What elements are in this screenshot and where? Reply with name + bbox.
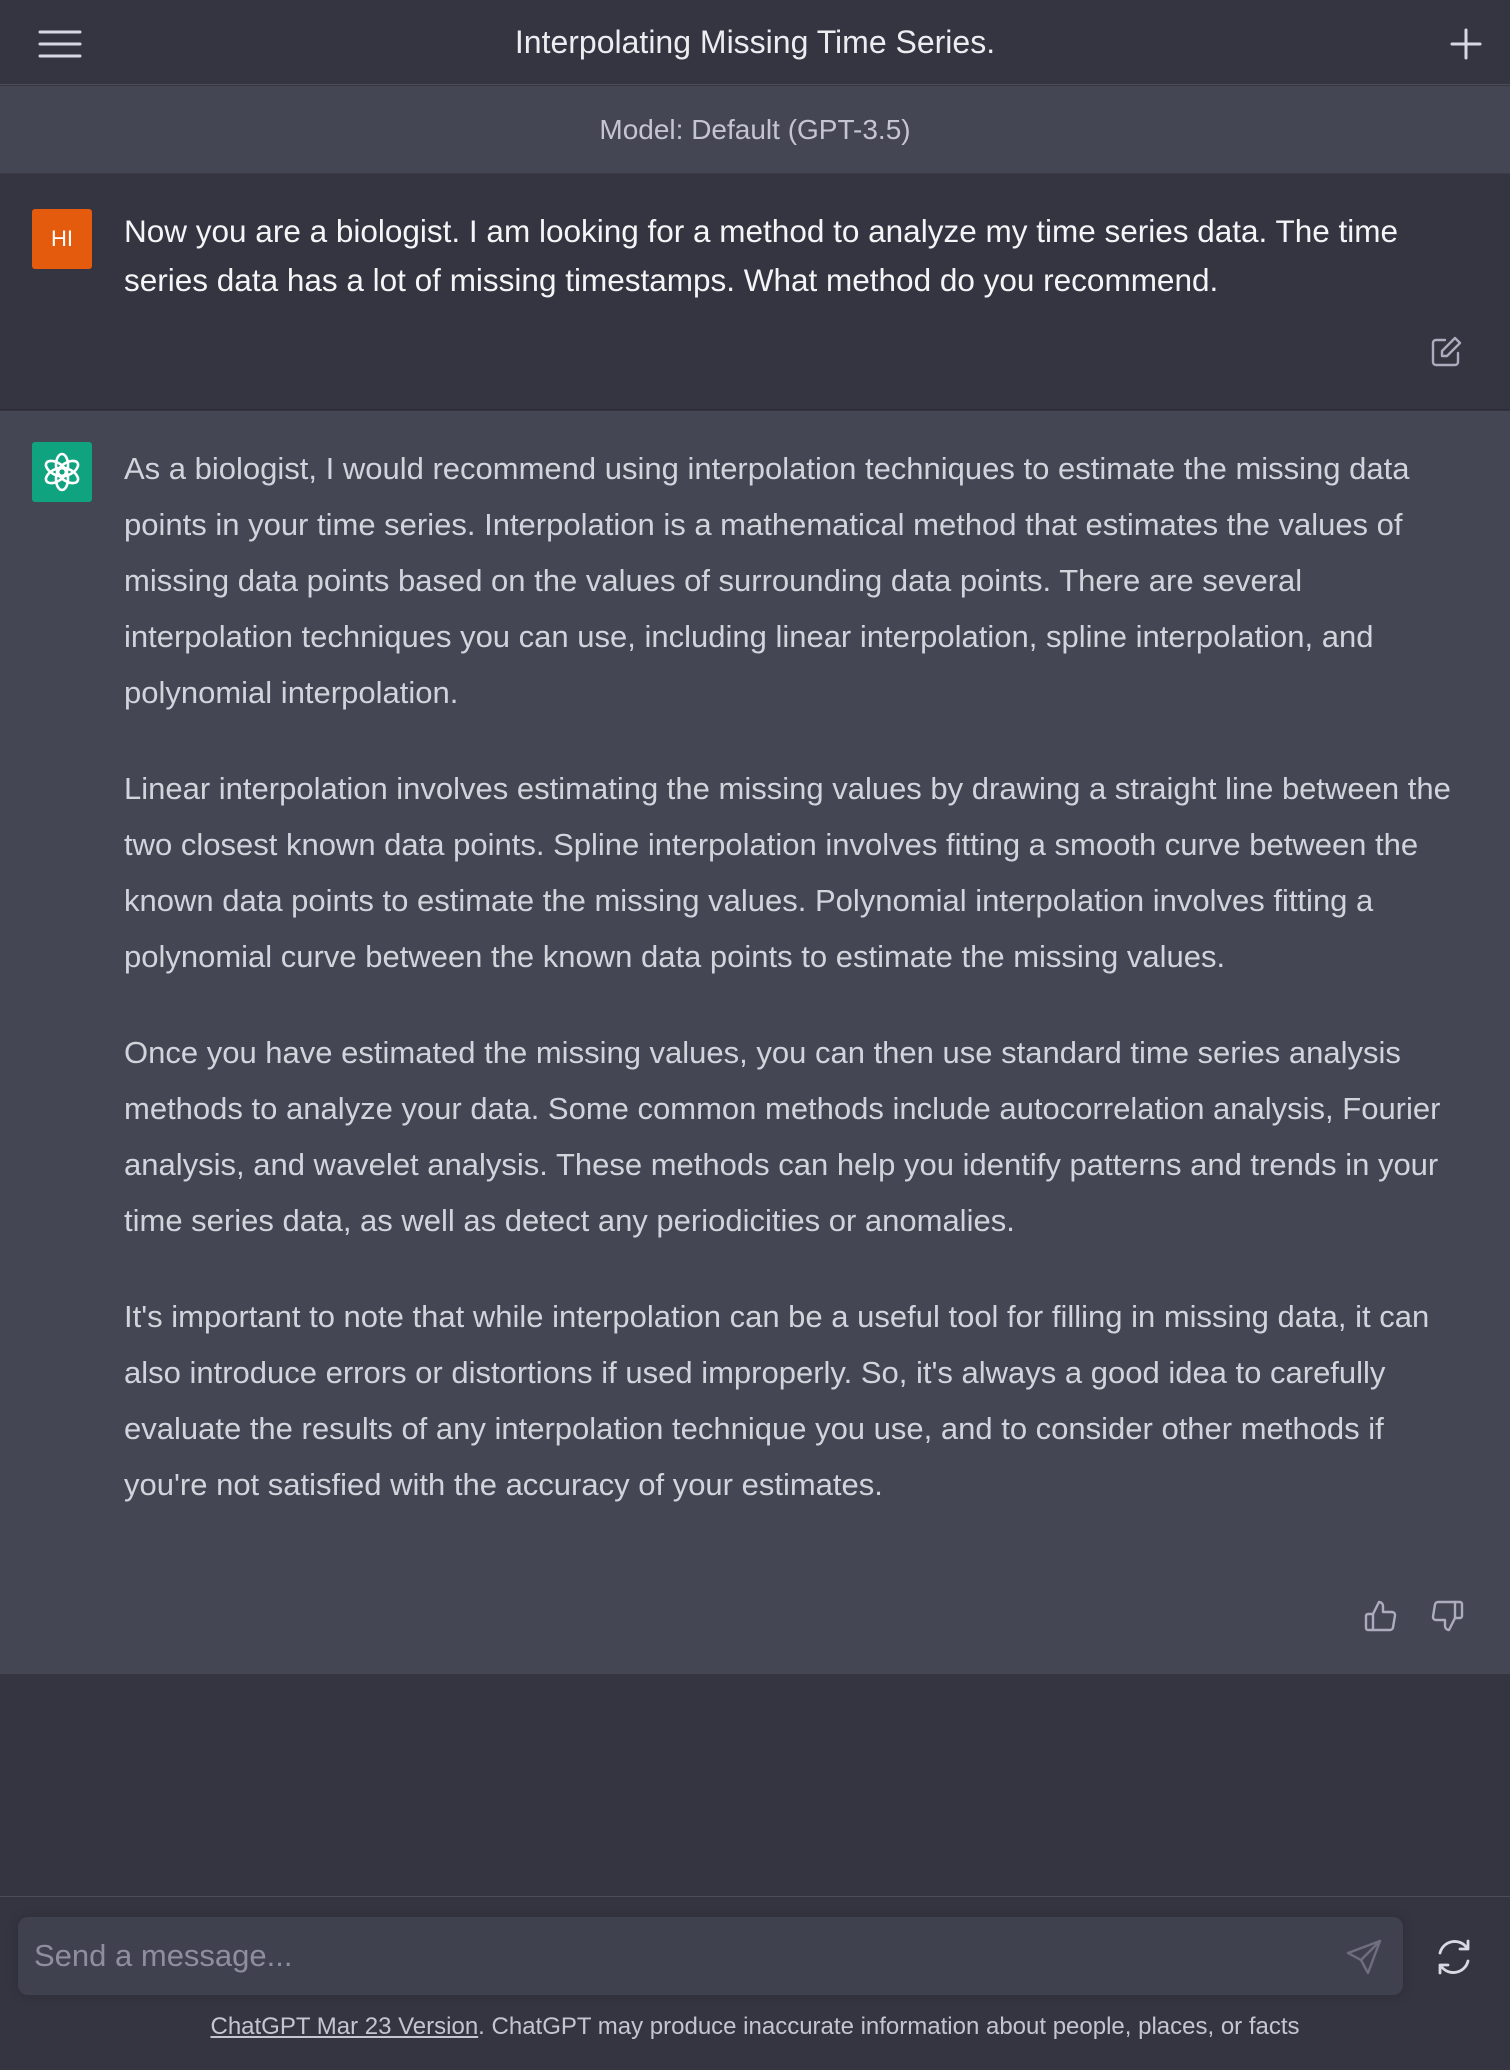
footer-disclaimer: ChatGPT Mar 23 Version. ChatGPT may prod… [0,2013,1510,2041]
disclaimer-text: . ChatGPT may produce inaccurate informa… [478,2013,1300,2040]
thumbs-down-icon[interactable] [1428,1597,1466,1635]
version-link[interactable]: ChatGPT Mar 23 Version [210,2013,478,2040]
user-avatar: HI [32,209,92,269]
user-message: HI Now you are a biologist. I am looking… [0,174,1510,410]
composer-area: ChatGPT Mar 23 Version. ChatGPT may prod… [0,1896,1510,2070]
model-indicator: Model: Default (GPT-3.5) [0,86,1510,174]
user-message-text: Now you are a biologist. I am looking fo… [124,213,1399,298]
assistant-paragraph: As a biologist, I would recommend using … [124,451,1410,710]
openai-logo-icon [32,442,92,502]
page-title: Interpolating Missing Time Series. [514,23,996,60]
plus-icon[interactable] [1442,20,1490,68]
refresh-icon[interactable] [1432,1935,1476,1979]
assistant-paragraph: Once you have estimated the missing valu… [124,1035,1441,1238]
hamburger-menu-icon[interactable] [30,22,90,66]
top-bar: Interpolating Missing Time Series. [0,0,1510,85]
edit-icon[interactable] [1428,334,1464,370]
assistant-paragraph: Linear interpolation involves estimating… [124,771,1451,974]
assistant-paragraph: It's important to note that while interp… [124,1299,1430,1502]
assistant-message-body: As a biologist, I would recommend using … [124,441,1474,1553]
thumbs-up-icon[interactable] [1362,1597,1400,1635]
message-input[interactable] [34,1917,1314,1995]
send-icon[interactable] [1344,1937,1384,1977]
message-input-container [18,1917,1403,1995]
assistant-message: As a biologist, I would recommend using … [0,411,1510,1674]
